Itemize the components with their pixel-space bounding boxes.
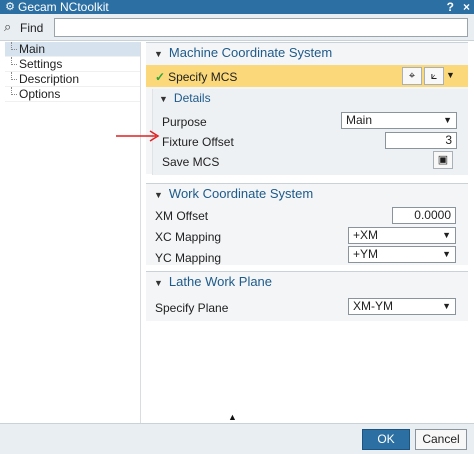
sidebar: Main Settings Description Options (5, 42, 141, 423)
specify-plane-row: Specify Plane XM-YM ▼ (146, 296, 468, 318)
lathe-group-header[interactable]: ▼ Lathe Work Plane (146, 272, 468, 292)
details-header[interactable]: ▼ Details (159, 91, 211, 105)
find-label: Find (20, 21, 44, 35)
title-bar: ⚙ Gecam NCtoolkit ? × (0, 0, 474, 14)
ok-button[interactable]: OK (362, 429, 410, 450)
sidebar-item-options[interactable]: Options (5, 87, 140, 102)
purpose-label: Purpose (162, 115, 207, 129)
window-title: Gecam NCtoolkit (18, 0, 109, 14)
chevron-down-icon: ▼ (442, 230, 451, 240)
chevron-down-icon: ▼ (442, 301, 451, 311)
specify-mcs-label: Specify MCS (168, 70, 238, 84)
fixture-offset-label: Fixture Offset (162, 135, 234, 149)
gear-icon: ⚙ (5, 1, 15, 13)
mcs-group-header[interactable]: ▼ Machine Coordinate System (146, 43, 468, 63)
csys-axes-icon[interactable]: ⟀ (424, 67, 444, 85)
csys-dialog-icon[interactable]: ⌖ (402, 67, 422, 85)
purpose-value: Main (346, 113, 373, 127)
wcs-group-header[interactable]: ▼ Work Coordinate System (146, 184, 468, 204)
wcs-header-label: Work Coordinate System (168, 186, 314, 201)
specify-plane-label: Specify Plane (155, 301, 229, 315)
xc-mapping-label: XC Mapping (155, 230, 222, 244)
collapse-triangle-icon: ▼ (154, 190, 163, 200)
lathe-group: ▼ Lathe Work Plane Specify Plane XM-YM ▼ (146, 271, 468, 321)
help-button[interactable]: ? (447, 0, 454, 14)
mcs-group: ▼ Machine Coordinate System ✓ Specify MCS … (146, 42, 468, 175)
specify-mcs-label-wrap: ✓ Specify MCS (155, 70, 237, 84)
details-header-label: Details (173, 91, 211, 105)
dialog-footer: OK Cancel (0, 423, 474, 454)
annotation-arrow-icon (116, 130, 160, 142)
expand-up-icon[interactable]: ▲ (228, 412, 237, 422)
yc-mapping-row: YC Mapping +YM ▼ (146, 246, 468, 268)
xm-offset-row: XM Offset 0.0000 (146, 204, 468, 226)
check-icon: ✓ (155, 70, 166, 84)
cancel-button[interactable]: Cancel (415, 429, 467, 450)
chevron-down-icon: ▼ (443, 115, 452, 125)
sidebar-item-description[interactable]: Description (5, 72, 140, 87)
save-disk-icon[interactable]: ▣ (433, 151, 453, 169)
tree-connector (11, 72, 17, 80)
sidebar-item-label: Description (19, 72, 80, 86)
save-mcs-label: Save MCS (162, 155, 220, 169)
specify-plane-value: XM-YM (353, 299, 393, 313)
tree-connector (11, 87, 17, 95)
yc-mapping-label: YC Mapping (155, 251, 222, 265)
specify-plane-select[interactable]: XM-YM ▼ (348, 298, 456, 315)
mcs-header-label: Machine Coordinate System (168, 45, 333, 60)
find-bar: ⌕ Find (0, 14, 474, 41)
sidebar-item-main[interactable]: Main (5, 42, 140, 57)
chevron-down-icon: ▼ (442, 249, 451, 259)
collapse-triangle-icon: ▼ (159, 94, 168, 104)
find-input[interactable] (54, 18, 468, 37)
xc-mapping-value: +XM (353, 228, 379, 242)
fixture-offset-input[interactable]: 3 (385, 132, 457, 149)
main-panel: ▼ Machine Coordinate System ✓ Specify MCS … (146, 42, 468, 423)
xm-offset-input[interactable]: 0.0000 (392, 207, 456, 224)
chevron-down-icon[interactable]: ▼ (446, 70, 455, 80)
close-button[interactable]: × (463, 0, 470, 14)
collapse-triangle-icon: ▼ (154, 49, 163, 59)
sidebar-item-label: Settings (19, 57, 63, 71)
xm-offset-label: XM Offset (155, 209, 209, 223)
yc-mapping-select[interactable]: +YM ▼ (348, 246, 456, 263)
wcs-group: ▼ Work Coordinate System XM Offset 0.0000… (146, 183, 468, 265)
xc-mapping-row: XC Mapping +XM ▼ (146, 225, 468, 247)
specify-mcs-row[interactable]: ✓ Specify MCS ⌖ ⟀ ▼ (146, 65, 468, 87)
sidebar-item-label: Main (19, 42, 46, 56)
sidebar-item-label: Options (19, 87, 61, 101)
tree-connector (11, 57, 17, 65)
purpose-select[interactable]: Main ▼ (341, 112, 457, 129)
collapse-triangle-icon: ▼ (154, 278, 163, 288)
details-panel: ▼ Details Purpose Main ▼ Fixture Offset 3… (152, 89, 468, 175)
sidebar-item-settings[interactable]: Settings (5, 57, 140, 72)
lathe-header-label: Lathe Work Plane (168, 274, 273, 289)
yc-mapping-value: +YM (353, 247, 379, 261)
binoculars-icon: ⌕ (4, 19, 12, 34)
tree-connector (11, 42, 17, 50)
xc-mapping-select[interactable]: +XM ▼ (348, 227, 456, 244)
